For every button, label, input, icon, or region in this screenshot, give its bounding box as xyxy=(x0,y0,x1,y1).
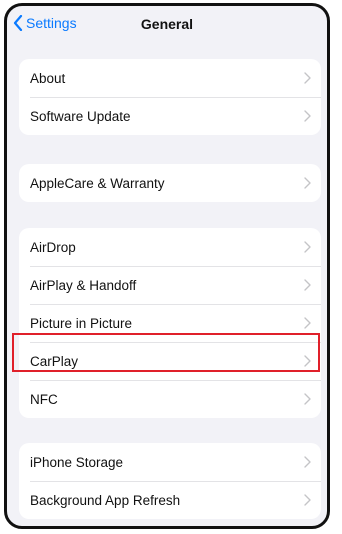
chevron-right-icon xyxy=(304,241,311,253)
row-label: Picture in Picture xyxy=(30,315,133,331)
settings-group-connectivity: AirDrop AirPlay & Handoff Picture in Pic… xyxy=(19,228,321,418)
settings-row-software-update[interactable]: Software Update xyxy=(19,97,321,135)
row-label: NFC xyxy=(30,391,58,407)
row-label: iPhone Storage xyxy=(30,454,124,470)
chevron-right-icon xyxy=(304,494,311,506)
settings-row-about[interactable]: About xyxy=(19,59,321,97)
page-title: General xyxy=(140,16,194,32)
chevron-right-icon xyxy=(304,393,311,405)
settings-row-nfc[interactable]: NFC xyxy=(19,380,321,418)
settings-row-picture-in-picture[interactable]: Picture in Picture xyxy=(19,304,321,342)
row-label: AirDrop xyxy=(30,239,76,255)
chevron-right-icon xyxy=(304,177,311,189)
settings-group-storage: iPhone Storage Background App Refresh xyxy=(19,443,321,519)
settings-row-airplay-handoff[interactable]: AirPlay & Handoff xyxy=(19,266,321,304)
chevron-right-icon xyxy=(304,317,311,329)
settings-row-carplay[interactable]: CarPlay xyxy=(19,342,321,380)
navigation-bar: Settings General xyxy=(7,6,327,46)
row-label: AirPlay & Handoff xyxy=(30,277,137,293)
settings-row-iphone-storage[interactable]: iPhone Storage xyxy=(19,443,321,481)
row-label: About xyxy=(30,70,66,86)
chevron-right-icon xyxy=(304,456,311,468)
chevron-right-icon xyxy=(304,72,311,84)
settings-row-applecare-warranty[interactable]: AppleCare & Warranty xyxy=(19,164,321,202)
settings-group-applecare: AppleCare & Warranty xyxy=(19,164,321,202)
settings-row-background-app-refresh[interactable]: Background App Refresh xyxy=(19,481,321,519)
chevron-right-icon xyxy=(304,279,311,291)
row-label: CarPlay xyxy=(30,353,79,369)
chevron-right-icon xyxy=(304,355,311,367)
settings-row-airdrop[interactable]: AirDrop xyxy=(19,228,321,266)
row-label: Software Update xyxy=(30,108,131,124)
chevron-right-icon xyxy=(304,110,311,122)
phone-frame: Settings General About Software Update A… xyxy=(4,3,330,529)
row-label: AppleCare & Warranty xyxy=(30,175,165,191)
row-label: Background App Refresh xyxy=(30,492,181,508)
settings-group-about: About Software Update xyxy=(19,59,321,135)
